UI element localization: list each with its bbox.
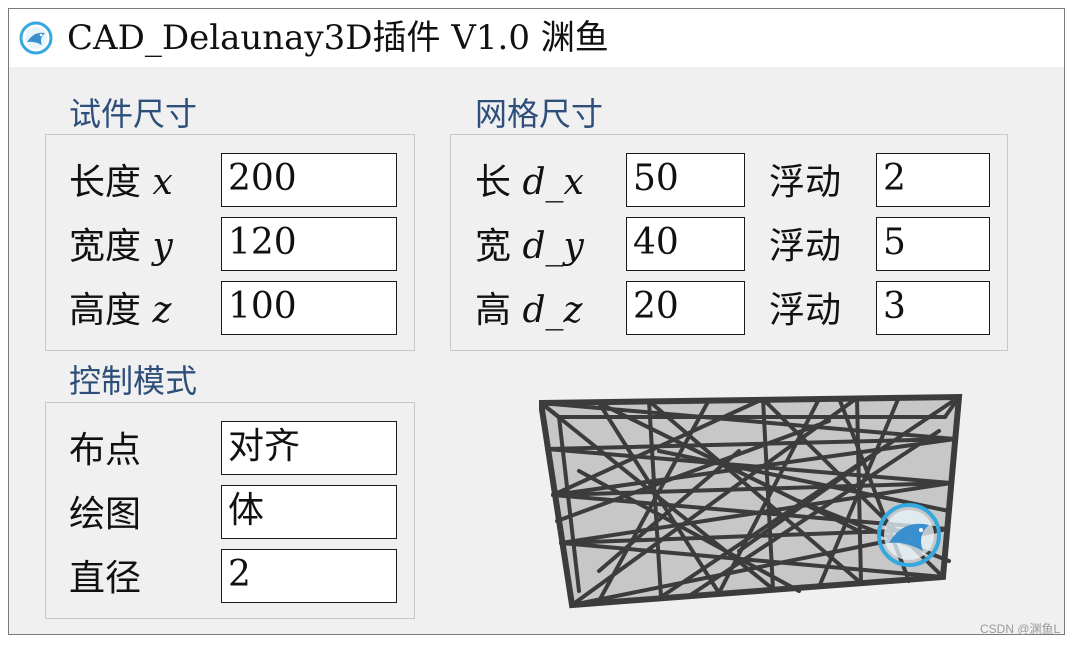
- mesh-dz-input[interactable]: 20: [626, 281, 745, 335]
- mesh-dz-label: 高 d_z: [475, 290, 583, 331]
- mesh-dz-float-input[interactable]: 3: [876, 281, 990, 335]
- diameter-label: 直径: [69, 558, 142, 599]
- mesh-dy-float-label: 浮动: [769, 226, 842, 267]
- mesh-dx-float-label: 浮动: [769, 162, 842, 203]
- diameter-input[interactable]: 2: [221, 549, 397, 603]
- control-mode-title: 控制模式: [69, 362, 198, 400]
- point-layout-select[interactable]: 对齐: [221, 421, 397, 475]
- mesh-size-title: 网格尺寸: [475, 95, 604, 133]
- specimen-length-label: 长度 x: [69, 162, 173, 203]
- point-layout-label: 布点: [69, 430, 142, 471]
- specimen-size-title: 试件尺寸: [69, 95, 198, 133]
- plugin-window: CAD_Delaunay3D插件 V1.0 渊鱼 试件尺寸 长度 x 200 宽…: [8, 8, 1065, 635]
- lattice-preview: [539, 393, 963, 609]
- specimen-height-label: 高度 z: [69, 290, 172, 331]
- specimen-width-input[interactable]: 120: [221, 217, 397, 271]
- mesh-dx-float-input[interactable]: 2: [876, 153, 990, 207]
- fish-logo-icon: [19, 21, 53, 55]
- mesh-dy-input[interactable]: 40: [626, 217, 745, 271]
- mesh-dx-label: 长 d_x: [475, 162, 584, 203]
- draw-mode-label: 绘图: [69, 494, 142, 535]
- specimen-width-label: 宽度 y: [69, 226, 173, 267]
- mesh-dy-float-input[interactable]: 5: [876, 217, 990, 271]
- draw-mode-select[interactable]: 体: [221, 485, 397, 539]
- title-bar: CAD_Delaunay3D插件 V1.0 渊鱼: [9, 9, 1064, 67]
- fish-logo-icon: [877, 503, 941, 567]
- specimen-length-input[interactable]: 200: [221, 153, 397, 207]
- specimen-height-input[interactable]: 100: [221, 281, 397, 335]
- mesh-dz-float-label: 浮动: [769, 290, 842, 331]
- mesh-dy-label: 宽 d_y: [475, 226, 584, 267]
- watermark: CSDN @渊鱼L: [980, 622, 1061, 636]
- mesh-dx-input[interactable]: 50: [626, 153, 745, 207]
- window-title: CAD_Delaunay3D插件 V1.0 渊鱼: [67, 18, 609, 58]
